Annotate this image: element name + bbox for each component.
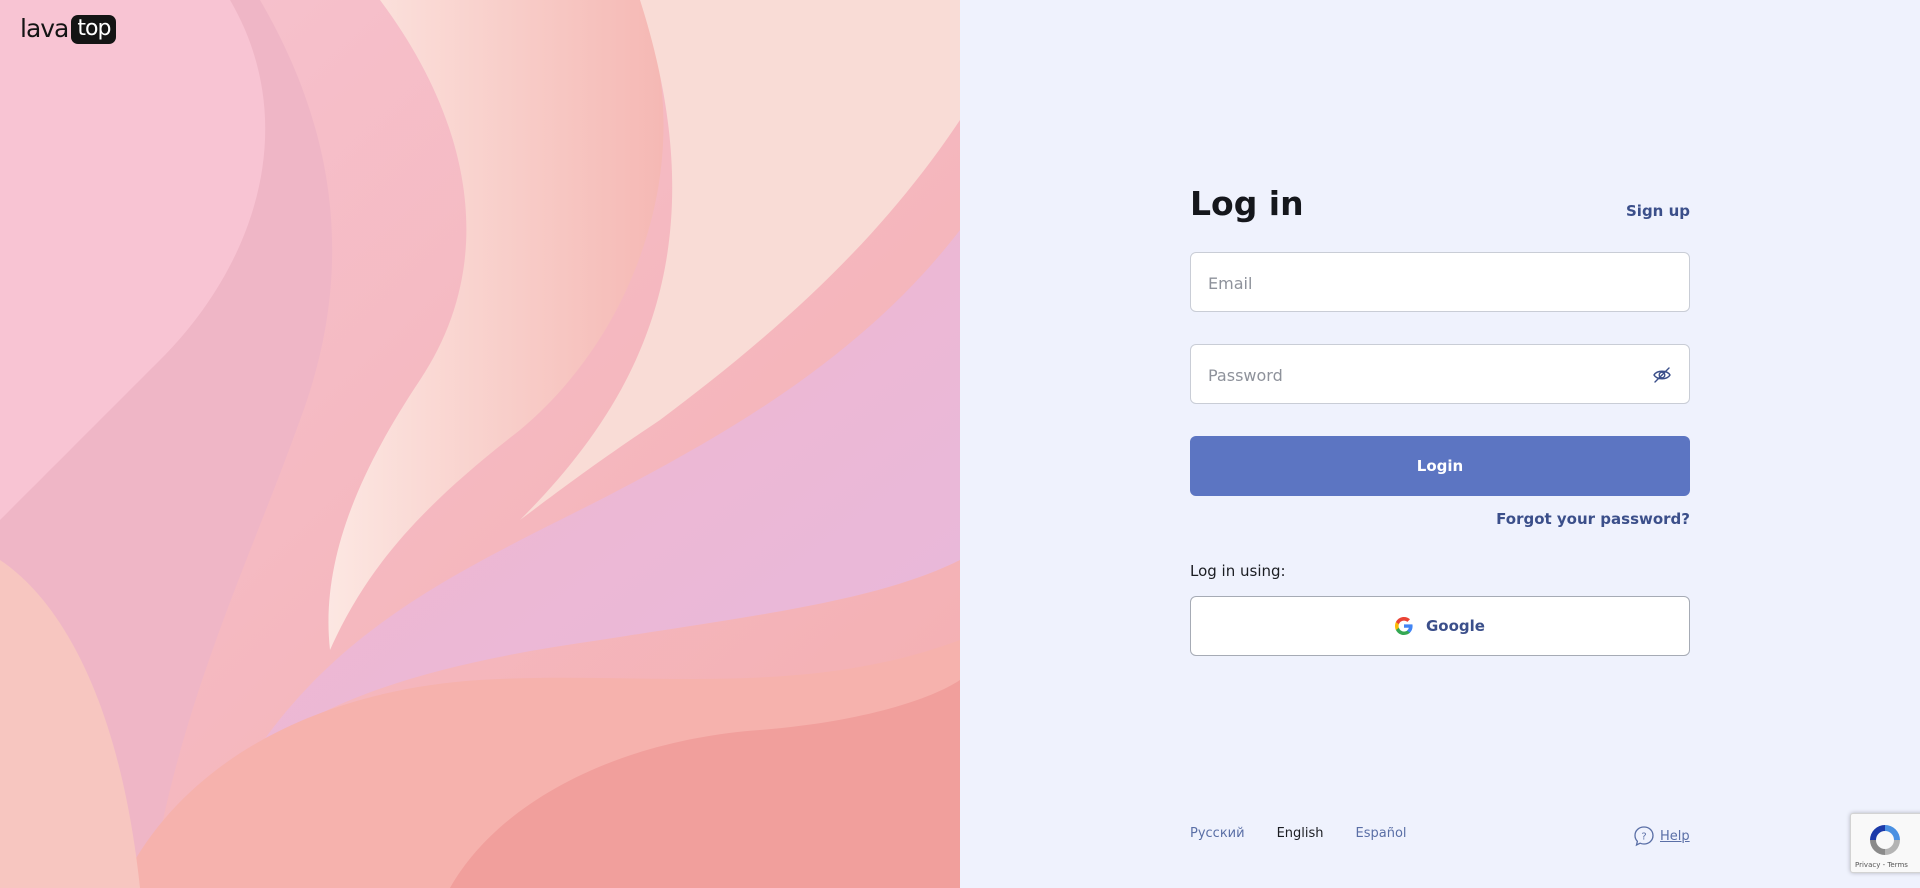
forgot-password-link[interactable]: Forgot your password? [1496, 510, 1690, 528]
language-option-es[interactable]: Español [1356, 826, 1407, 841]
login-form: Log in Sign up Login Forgot your passwor… [1190, 178, 1690, 656]
svg-text:?: ? [1641, 832, 1646, 843]
login-button[interactable]: Login [1190, 436, 1690, 496]
abstract-waves-image [0, 0, 960, 888]
recaptcha-footer-text: Privacy - Terms [1855, 861, 1908, 869]
google-login-button[interactable]: Google [1190, 596, 1690, 656]
lava-top-logo[interactable]: lava top [20, 14, 117, 44]
email-input[interactable] [1206, 253, 1650, 313]
eye-off-icon[interactable] [1652, 365, 1672, 385]
password-field[interactable] [1190, 344, 1690, 405]
background-artwork: lava top [0, 0, 960, 888]
logo-text-lava: lava [20, 14, 69, 43]
email-field[interactable] [1190, 252, 1690, 313]
form-header: Log in Sign up [1190, 178, 1690, 226]
login-panel: Log in Sign up Login Forgot your passwor… [960, 0, 1920, 888]
google-button-label: Google [1426, 617, 1485, 635]
recaptcha-icon [1870, 825, 1900, 855]
language-option-en[interactable]: English [1277, 826, 1324, 841]
recaptcha-badge[interactable]: Privacy - Terms [1850, 813, 1920, 873]
sign-up-link[interactable]: Sign up [1626, 202, 1690, 220]
help-question-icon: ? [1634, 826, 1654, 847]
help-link[interactable]: ? Help [1633, 825, 1690, 847]
page-title: Log in [1190, 184, 1304, 223]
social-login-label: Log in using: [1190, 562, 1286, 580]
language-option-ru[interactable]: Русский [1190, 826, 1245, 841]
google-g-icon [1395, 617, 1413, 635]
help-label: Help [1660, 828, 1690, 844]
logo-text-top: top [71, 14, 117, 44]
language-switcher: Русский English Español [1190, 826, 1407, 841]
password-input[interactable] [1206, 345, 1650, 405]
